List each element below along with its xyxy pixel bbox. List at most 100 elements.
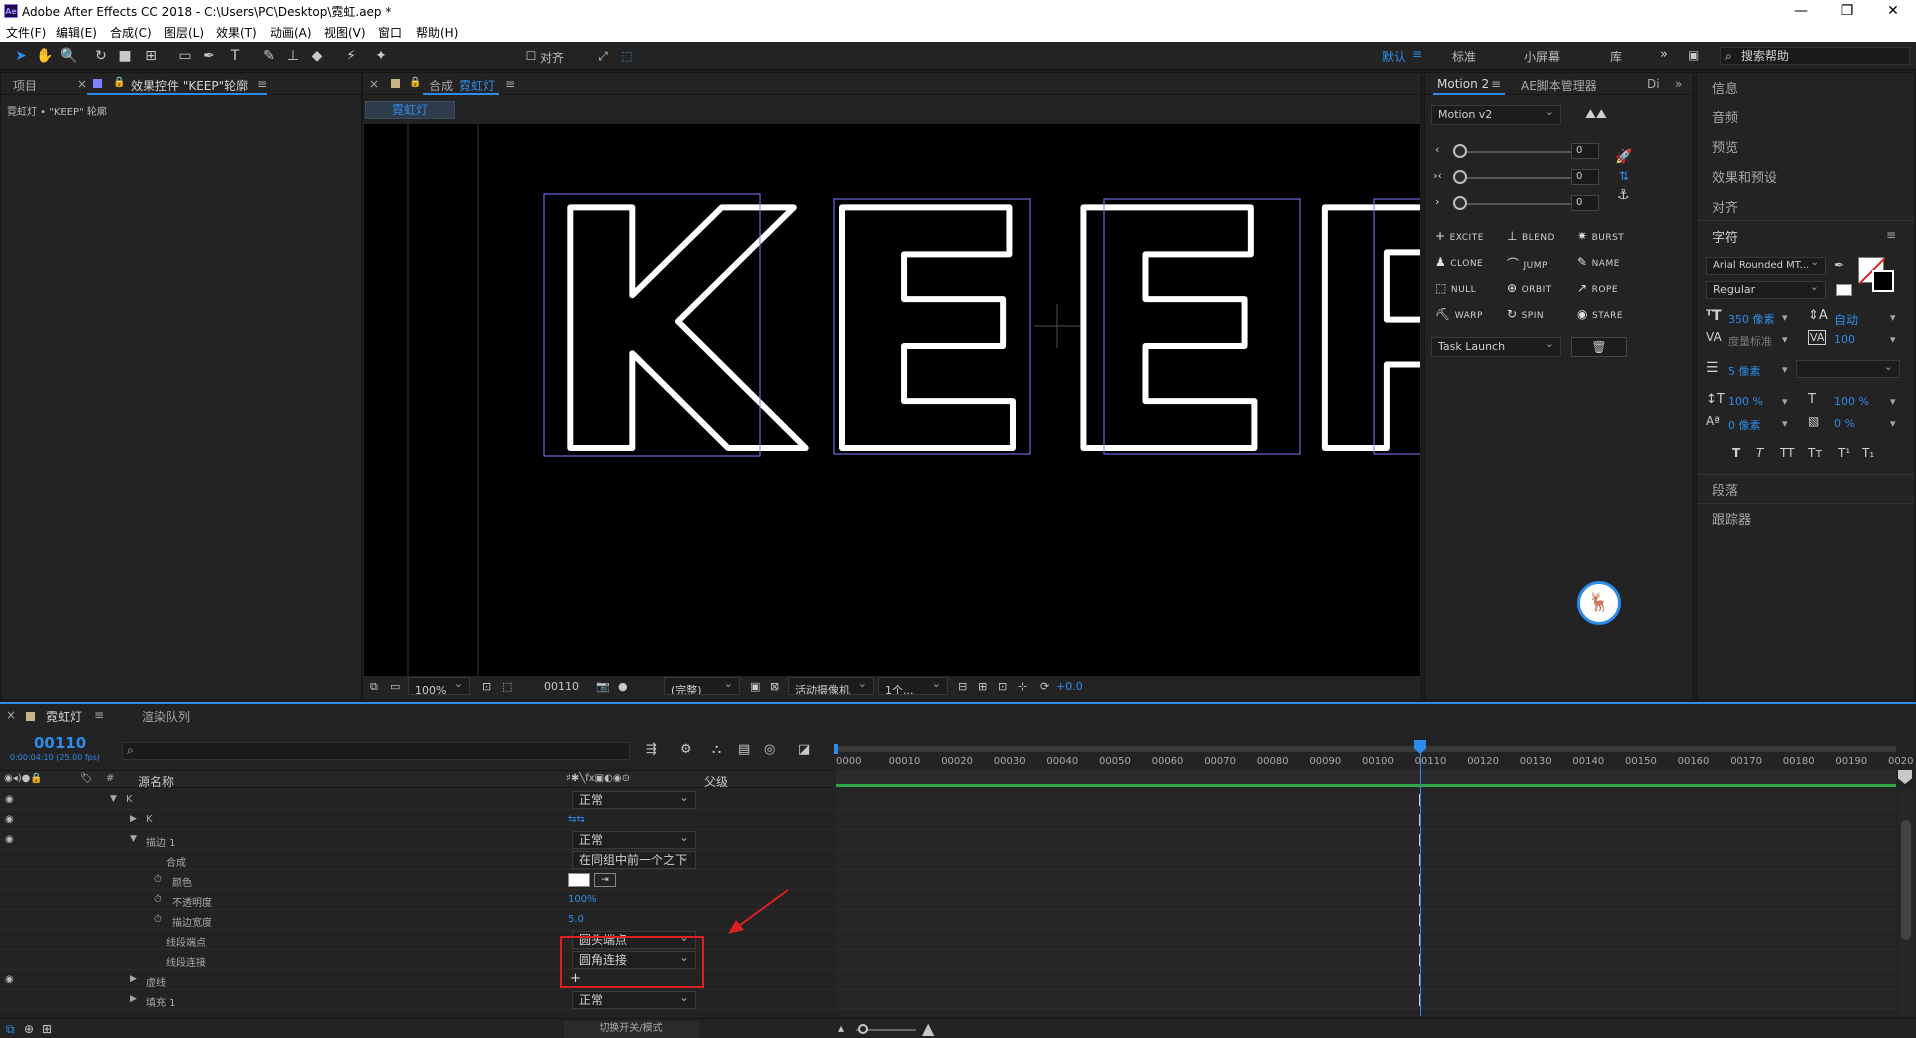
excite-button[interactable]: + EXCITE [1435,229,1484,243]
name-button[interactable]: ✎ NAME [1577,255,1620,269]
null-button[interactable]: ⬚ NULL [1435,281,1476,295]
slider-3-value[interactable]: 0 [1571,195,1599,211]
timeline-tab-comp[interactable]: 霓虹灯 [46,708,82,725]
baseline-shift-value[interactable]: 0 像素 [1728,417,1761,433]
stare-button[interactable]: ◉ STARE [1577,307,1623,321]
type-tool-icon[interactable]: T [226,47,244,65]
vertical-scale-dropdown-icon[interactable]: ▾ [1782,395,1788,408]
channel-icon[interactable]: ● [618,680,628,693]
workspace-standard[interactable]: 标准 [1452,48,1476,65]
pan-behind-tool-icon[interactable]: ⊞ [142,47,160,65]
brush-tool-icon[interactable]: ✎ [260,47,278,65]
zoom-slider-knob[interactable] [858,1024,868,1034]
playhead-line[interactable] [1420,740,1421,1016]
parent-column[interactable]: 父级 [704,773,728,790]
paragraph-panel-tab[interactable]: 段落 [1712,480,1738,499]
baseline-shift-dropdown-icon[interactable]: ▾ [1782,417,1788,430]
zoom-tool-icon[interactable]: 🔍 [60,47,78,65]
font-style-dropdown[interactable]: Regular [1706,281,1826,299]
tab-ae-script-manager[interactable]: AE脚本管理器 [1521,77,1597,94]
keep-outline-text[interactable]: KEEP [537,139,1420,529]
orbit-button[interactable]: ⊕ ORBIT [1507,281,1552,295]
tracking-value[interactable]: 100 [1834,333,1855,346]
work-area-bar[interactable] [836,784,1896,787]
more-tabs-icon[interactable]: » [1675,77,1682,91]
workspace-panel-icon[interactable]: ▣ [1688,48,1699,62]
search-help-input[interactable]: ⌕ 搜索帮助 [1720,47,1910,65]
track-row[interactable] [836,870,1896,890]
toggle-pixel-icon[interactable]: ⊟ [958,680,967,693]
resolution-dropdown[interactable]: (完整) [664,677,740,695]
menu-composition[interactable]: 合成(C) [110,24,152,41]
frame-blending-icon[interactable]: ▤ [738,742,750,757]
rectangle-tool-icon[interactable]: ▭ [176,47,194,65]
leading-value[interactable]: 自动 [1834,311,1858,328]
spin-button[interactable]: ↻ SPIN [1507,307,1544,321]
graph-editor-icon[interactable]: ◪ [798,742,810,757]
audio-panel-tab[interactable]: 音频 [1712,107,1738,126]
zoom-dropdown[interactable]: 100% [408,677,470,695]
close-timeline-tab-icon[interactable]: × [6,708,16,722]
close-tab-icon[interactable]: × [77,77,87,91]
puppet-pin-tool-icon[interactable]: ✦ [372,47,390,65]
selection-tool-icon[interactable]: ➤ [12,47,30,65]
blend-button[interactable]: ⊥ BLEND [1507,229,1555,243]
align-panel-tab[interactable]: 对齐 [1712,197,1738,216]
eyedropper-icon[interactable]: ✒ [1834,258,1844,272]
source-name-column[interactable]: 源名称 [138,773,174,790]
menu-edit[interactable]: 编辑(E) [56,24,97,41]
scrollbar-thumb[interactable] [1901,820,1911,940]
navigator-end-handle[interactable] [1898,770,1912,784]
roto-brush-tool-icon[interactable]: ⚡ [342,47,360,65]
track-row[interactable] [836,930,1896,950]
always-preview-icon[interactable]: ⧉ [370,680,378,694]
anchor-icon[interactable]: ⚓ [1617,187,1630,203]
tab-di[interactable]: Di [1647,77,1660,91]
comp-tab-name[interactable]: 霓虹灯 [459,77,495,94]
menu-view[interactable]: 视图(V) [324,24,366,41]
safe-zones-icon[interactable]: ⬚ [502,680,512,693]
workspace-default[interactable]: 默认 [1382,48,1406,65]
motion-panel-menu-icon[interactable]: ≡ [1491,77,1501,91]
eraser-tool-icon[interactable]: ◆ [308,47,326,65]
snap-features-icon[interactable]: ⬚ [618,47,636,65]
all-caps-button[interactable]: TT [1780,446,1794,460]
rope-button[interactable]: ↗ ROPE [1577,281,1618,295]
hand-tool-icon[interactable]: ✋ [36,47,54,65]
slider-1-knob[interactable] [1453,144,1467,158]
layer-switches-icon[interactable]: ⧉ [6,1022,15,1037]
fit-icon[interactable]: ⊡ [482,680,491,693]
track-row[interactable] [836,910,1896,930]
lock-icon[interactable]: 🔒 [113,77,125,88]
menu-file[interactable]: 文件(F) [6,24,46,41]
layer-search-input[interactable]: ⌕ [122,742,630,760]
burst-button[interactable]: ✷ BURST [1577,229,1624,243]
warp-button[interactable]: ⛏ WARP [1435,307,1483,321]
menu-help[interactable]: 帮助(H) [416,24,458,41]
slider-1-track[interactable] [1453,151,1577,153]
stroke-width-value[interactable]: 5 像素 [1728,363,1761,379]
snap-checkbox-icon[interactable]: ☐ [522,47,540,65]
in-out-icon[interactable]: ⊞ [42,1022,52,1036]
snapshot-icon[interactable]: 📷 [596,680,610,693]
effects-presets-panel-tab[interactable]: 效果和预设 [1712,167,1777,186]
tracker-panel-tab[interactable]: 跟踪器 [1712,509,1751,528]
track-row[interactable] [836,850,1896,870]
zoom-in-icon[interactable]: ▲ [922,1019,934,1038]
vertical-scale-value[interactable]: 100 % [1728,395,1763,408]
reset-exposure-icon[interactable]: ⟳ [1040,680,1049,693]
timeline-icon[interactable]: ⊡ [998,680,1007,693]
faux-italic-button[interactable]: T [1756,446,1763,460]
slider-2-knob[interactable] [1453,170,1467,184]
rotate-tool-icon[interactable]: ↻ [92,47,110,65]
snap-edges-icon[interactable]: ⤢ [594,47,612,65]
comp-lock-icon[interactable]: 🔒 [409,77,421,88]
menu-effect[interactable]: 效果(T) [216,24,257,41]
preview-panel-tab[interactable]: 预览 [1712,137,1738,156]
stroke-order-dropdown[interactable] [1796,360,1900,378]
workspace-small-screen[interactable]: 小屏幕 [1524,48,1560,65]
horizontal-scale-value[interactable]: 100 % [1834,395,1869,408]
kerning-value[interactable]: 度量标准 [1728,333,1772,349]
timeline-tab-render-queue[interactable]: 渲染队列 [142,708,190,725]
monitor-icon[interactable]: ▭ [390,680,400,693]
